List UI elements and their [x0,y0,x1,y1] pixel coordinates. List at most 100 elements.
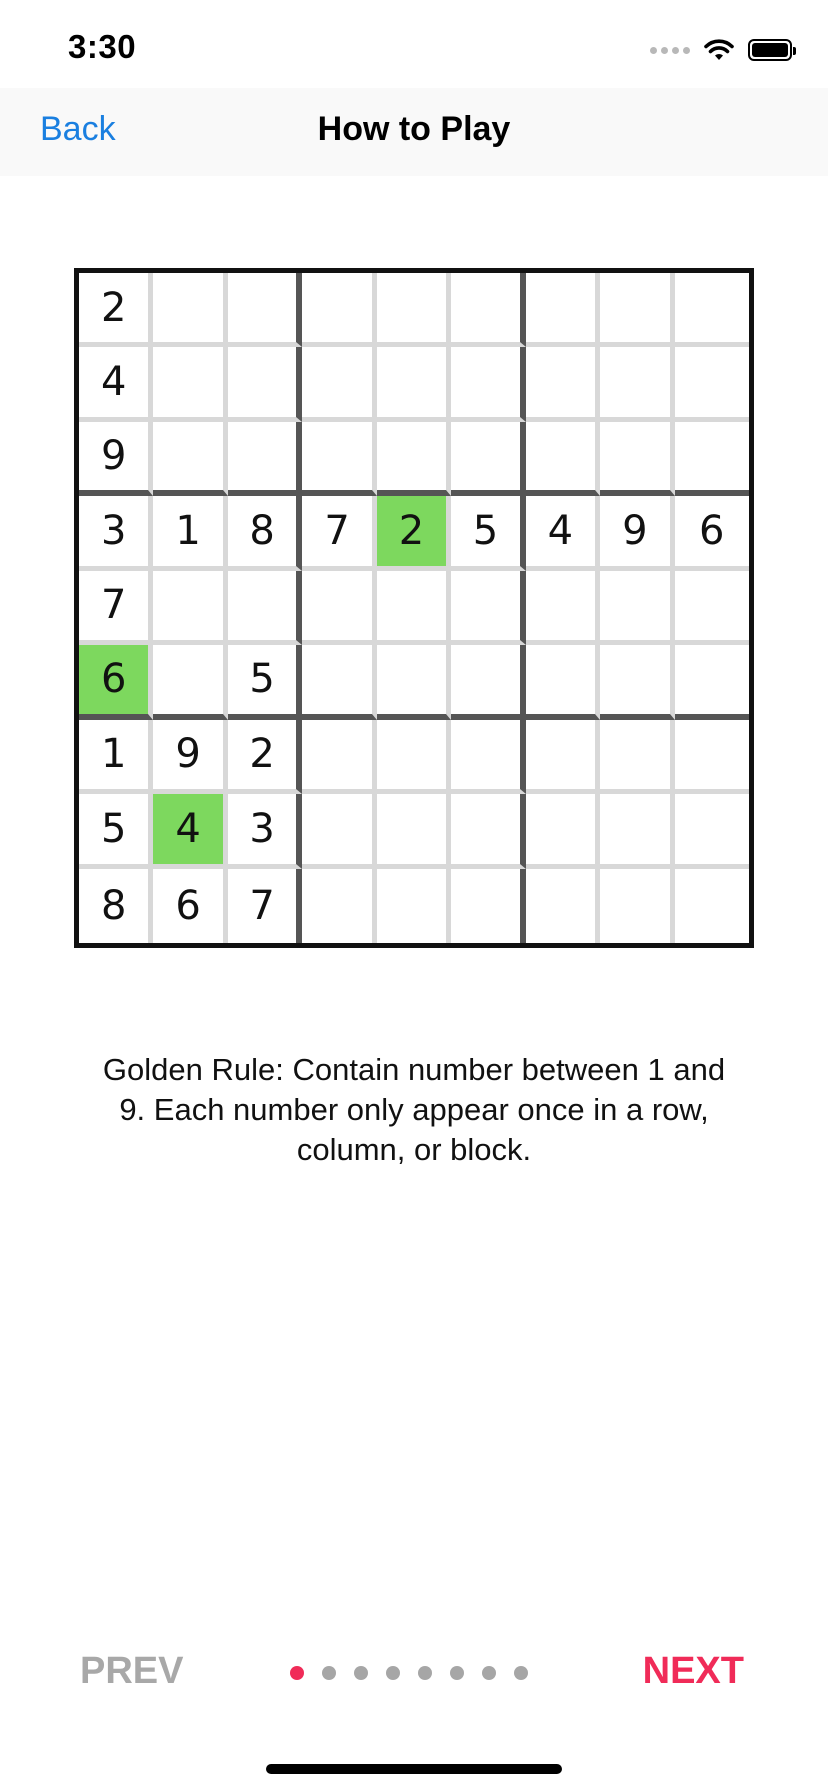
sudoku-cell [525,868,601,943]
sudoku-cell: 4 [79,347,154,422]
sudoku-cell: 1 [153,496,228,571]
sudoku-cell [302,347,377,422]
sudoku-cell [451,570,526,646]
sudoku-cell [376,719,452,795]
sudoku-cell [674,347,749,422]
sudoku-cell [600,570,675,646]
sudoku-cell [674,570,749,646]
sudoku-cell [600,719,675,795]
sudoku-cell: 1 [79,719,154,795]
sudoku-cell: 9 [600,496,675,571]
sudoku-cell [153,273,228,348]
sudoku-cell [451,273,526,348]
sudoku-cell [227,570,303,646]
sudoku-cell [525,273,601,348]
sudoku-cell [227,273,303,348]
page-dot[interactable] [354,1666,368,1680]
sudoku-cell: 7 [302,496,377,571]
wifi-icon [704,39,734,60]
sudoku-cell [376,794,452,869]
sudoku-cell [302,645,377,720]
sudoku-cell: 9 [79,421,154,497]
sudoku-board: 249318725496765192543867 [74,268,754,948]
next-button[interactable]: NEXT [643,1650,744,1693]
sudoku-cell [153,347,228,422]
sudoku-cell [674,719,749,795]
battery-icon [748,39,796,61]
home-indicator [266,1764,562,1774]
prev-button[interactable]: PREV [80,1650,183,1693]
page-dot[interactable] [482,1666,496,1680]
sudoku-cell: 8 [227,496,303,571]
sudoku-cell [674,421,749,497]
navigation-bar: Back How to Play [0,88,828,176]
sudoku-cell [376,273,452,348]
page-indicator[interactable] [290,1666,528,1680]
page-dot[interactable] [514,1666,528,1680]
sudoku-cell [674,273,749,348]
sudoku-cell [674,794,749,869]
sudoku-cell [674,868,749,943]
sudoku-cell [525,347,601,422]
page-dot[interactable] [322,1666,336,1680]
sudoku-cell: 8 [79,868,154,943]
sudoku-cell [376,868,452,943]
sudoku-cell [451,868,526,943]
sudoku-cell: 3 [79,496,154,571]
rule-text: Golden Rule: Contain number between 1 an… [102,1052,726,1167]
sudoku-cell: 5 [79,794,154,869]
sudoku-cell [451,645,526,720]
status-time: 3:30 [68,28,137,65]
sudoku-cell [153,421,228,497]
sudoku-cell [153,645,228,720]
sudoku-cell: 3 [227,794,303,869]
sudoku-cell [451,794,526,869]
page-dot[interactable] [386,1666,400,1680]
sudoku-cell [600,421,675,497]
sudoku-cell [302,719,377,795]
sudoku-cell [302,570,377,646]
sudoku-cell [376,645,452,720]
sudoku-cell [525,719,601,795]
sudoku-cell: 7 [227,868,303,943]
sudoku-cell [600,794,675,869]
sudoku-cell [525,570,601,646]
sudoku-cell [525,794,601,869]
sudoku-cell [376,421,452,497]
signal-icon [650,46,690,54]
sudoku-cell: 2 [79,273,154,348]
sudoku-cell: 4 [153,794,228,869]
sudoku-cell: 2 [227,719,303,795]
sudoku-cell [451,719,526,795]
sudoku-cell: 9 [153,719,228,795]
status-bar: 3:30 [0,0,828,88]
sudoku-cell [600,868,675,943]
sudoku-cell: 4 [525,496,601,571]
sudoku-cell [451,347,526,422]
sudoku-cell [302,794,377,869]
sudoku-cell [525,421,601,497]
sudoku-cell: 7 [79,570,154,646]
sudoku-cell [600,347,675,422]
sudoku-cell: 5 [227,645,303,720]
page-title: How to Play [317,110,511,148]
sudoku-cell [302,421,377,497]
sudoku-cell [600,645,675,720]
sudoku-cell: 6 [153,868,228,943]
sudoku-cell [376,570,452,646]
sudoku-cell [525,645,601,720]
sudoku-cell [153,570,228,646]
sudoku-cell: 6 [674,496,749,571]
sudoku-cell [451,421,526,497]
sudoku-cell [227,347,303,422]
page-dot[interactable] [450,1666,464,1680]
sudoku-cell [674,645,749,720]
sudoku-cell: 6 [79,645,154,720]
sudoku-cell: 5 [451,496,526,571]
sudoku-cell [376,347,452,422]
sudoku-cell [227,421,303,497]
page-dot[interactable] [290,1666,304,1680]
page-dot[interactable] [418,1666,432,1680]
sudoku-cell [302,273,377,348]
sudoku-cell: 2 [376,496,452,571]
